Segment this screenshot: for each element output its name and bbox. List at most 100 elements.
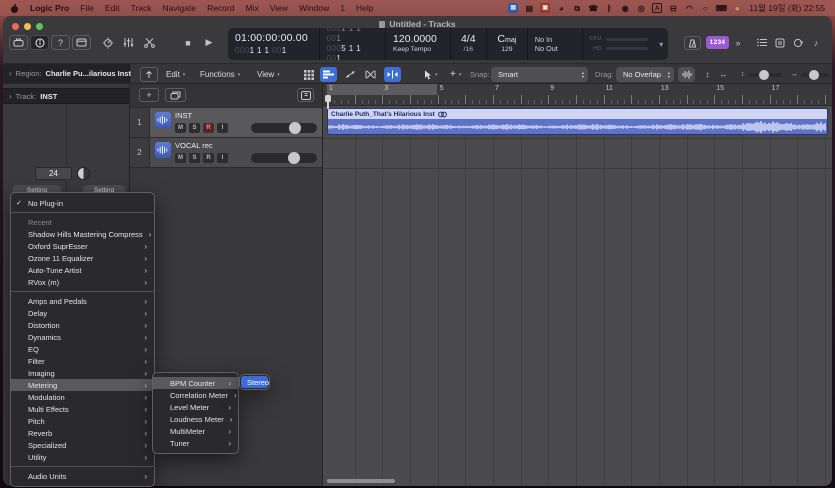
note-pads-button[interactable] (773, 36, 787, 49)
phone-icon[interactable]: ☎ (588, 3, 598, 13)
browsers-button[interactable]: ♪ (809, 36, 823, 49)
menubar-item-track[interactable]: Track (131, 3, 152, 13)
mute-button[interactable]: M (175, 153, 186, 163)
lcd-display[interactable]: 01:00:00:00.00 0001 1 1 001 0001 1 1 001… (228, 28, 668, 60)
disclosure-chevron-icon[interactable]: › (9, 92, 12, 101)
region-inspector-header[interactable]: › Region: Charlie Pu...ilarious Inst (3, 64, 130, 83)
gain-knob[interactable] (77, 167, 90, 180)
lcd-position-cell[interactable]: 01:00:00:00.00 0001 1 1 001 (228, 28, 320, 60)
plugin-menu-item-delay[interactable]: Delay› (11, 307, 154, 319)
record-button[interactable]: R (203, 123, 214, 133)
record-button[interactable]: R (203, 153, 214, 163)
plugin-menu-item-rvox-m[interactable]: RVox (m)› (11, 276, 154, 288)
lcd-signature-cell[interactable]: 4/4 /16 (451, 28, 487, 60)
toolbar-toggle-button[interactable] (72, 35, 91, 50)
functions-menu[interactable]: Functions▾ (200, 67, 240, 82)
track-header-config-button[interactable] (297, 88, 314, 102)
plugin-menu-item-multi-effects[interactable]: Multi Effects› (11, 403, 154, 415)
account-icon[interactable]: ◉ (620, 3, 630, 13)
disclosure-chevron-icon[interactable]: › (9, 69, 12, 78)
input-button[interactable]: I (217, 123, 228, 133)
format-item-stereo[interactable]: Stereo (241, 376, 268, 388)
inspector-button[interactable] (30, 35, 49, 50)
automation-button[interactable] (342, 67, 359, 82)
menubar-item-1[interactable]: 1 (340, 3, 345, 13)
plugin-menu-item-no-plug-in[interactable]: ✓No Plug-in (11, 197, 154, 209)
metering-item-bpm-counter[interactable]: BPM Counter› (153, 377, 238, 389)
add-track-button[interactable]: + (139, 88, 159, 102)
tiles-icon[interactable]: ▦ (508, 3, 518, 13)
crossfade-drag-button[interactable] (362, 67, 379, 82)
quick-help-button[interactable]: ? (51, 35, 70, 50)
horizontal-zoom-slider[interactable]: ↔ (791, 70, 829, 79)
lcd-tempo-cell[interactable]: 120.0000 Keep Tempo (386, 28, 451, 60)
stop-button[interactable]: ■ (181, 35, 195, 50)
plugin-menu-item-metering[interactable]: Metering› (11, 379, 154, 391)
metering-item-tuner[interactable]: Tuner› (153, 437, 238, 449)
track-header-body[interactable]: INSTMSRI (150, 108, 322, 137)
audio-region[interactable]: Charlie Puth_That's Hilarious Inst (327, 108, 828, 135)
track-lanes-view-button[interactable] (320, 67, 337, 82)
siri-icon[interactable]: ● (732, 3, 742, 13)
pointer-tool-menu[interactable]: ▾ (424, 67, 438, 82)
vertical-auto-zoom-button[interactable]: ↕ (700, 67, 715, 82)
now-playing-icon[interactable]: ◎ (636, 3, 646, 13)
plugin-menu-item-audio-units[interactable]: Audio Units› (11, 470, 154, 482)
lcd-locators-cell[interactable]: 0001 1 1 001 0005 1 1 001 (320, 28, 386, 60)
region-waveform[interactable] (328, 119, 827, 135)
list-editors-button[interactable] (755, 36, 769, 49)
grid-view-button[interactable] (300, 67, 317, 82)
metronome-button[interactable] (684, 36, 701, 50)
solo-button[interactable]: S (189, 153, 200, 163)
track-inspector-header[interactable]: › Track: INST (3, 88, 129, 104)
metering-item-correlation-meter[interactable]: Correlation Meter› (153, 389, 238, 401)
hierarchy-up-button[interactable] (140, 67, 158, 82)
volume-slider[interactable] (251, 153, 317, 163)
plugin-menu-item-amps-and-pedals[interactable]: Amps and Pedals› (11, 295, 154, 307)
count-in-button[interactable]: 1234 (706, 36, 729, 49)
plugin-menu-item-utility[interactable]: Utility› (11, 451, 154, 463)
menubar-item-record[interactable]: Record (207, 3, 234, 13)
track-header-vocal-rec[interactable]: 2VOCAL recMSRI (130, 138, 322, 168)
tracks-area[interactable]: 1357911131517 Charlie Puth_That's Hilari… (323, 84, 832, 486)
mute-button[interactable]: M (175, 123, 186, 133)
plugin-menu-item-shadow-hills-mastering-compress[interactable]: Shadow Hills Mastering Compress› (11, 228, 154, 240)
horizontal-scrollbar[interactable] (327, 479, 395, 483)
volume-slider[interactable] (251, 123, 317, 133)
track-header-inst[interactable]: 1INSTMSRI (130, 108, 322, 138)
slider-track[interactable] (748, 73, 782, 77)
flex-button[interactable] (384, 67, 401, 82)
plugin-menu-item-filter[interactable]: Filter› (11, 355, 154, 367)
plugin-menu-item-dynamics[interactable]: Dynamics› (11, 331, 154, 343)
waveform-zoom-button[interactable] (678, 67, 695, 82)
screen-mirroring-icon[interactable]: ⧉ (572, 3, 582, 13)
track-header-body[interactable]: VOCAL recMSRI (150, 138, 322, 167)
menubar-item-help[interactable]: Help (356, 3, 373, 13)
playhead[interactable] (327, 95, 329, 109)
plugin-menu-item-imaging[interactable]: Imaging› (11, 367, 154, 379)
view-menu[interactable]: View▾ (257, 67, 280, 82)
menubar-item-logic-pro[interactable]: Logic Pro (30, 3, 69, 13)
slider-knob[interactable] (759, 70, 769, 80)
box-app-icon[interactable]: ▣ (540, 3, 550, 13)
more-options-button[interactable]: » (732, 36, 744, 49)
mixer-button[interactable] (120, 35, 137, 50)
menubar-item-navigate[interactable]: Navigate (163, 3, 197, 13)
editors-button[interactable] (141, 35, 158, 50)
metering-item-multimeter[interactable]: MultiMeter› (153, 425, 238, 437)
lcd-mode-chevron[interactable]: ▾ (655, 28, 668, 60)
slider-knob[interactable] (809, 70, 819, 80)
menu-bar-clock[interactable]: 11월 19일 (화) 22:55 (749, 2, 825, 14)
solo-button[interactable]: S (189, 123, 200, 133)
duplicate-track-button[interactable] (165, 88, 186, 102)
vertical-zoom-slider[interactable]: ↕ (741, 70, 782, 79)
gain-value-field[interactable]: 24 (35, 167, 72, 180)
plugin-menu-item-oxford-supresser[interactable]: Oxford SuprEsser› (11, 240, 154, 252)
cycle-range[interactable] (327, 84, 437, 95)
drag-dropdown[interactable]: No Overlap▴▾ (616, 67, 674, 82)
plugin-menu-item-reverb[interactable]: Reverb› (11, 427, 154, 439)
plugin-menu-item-distortion[interactable]: Distortion› (11, 319, 154, 331)
plugin-menu-item-ozone-11-equalizer[interactable]: Ozone 11 Equalizer› (11, 252, 154, 264)
menubar-item-view[interactable]: View (270, 3, 288, 13)
plugin-menu-item-specialized[interactable]: Specialized› (11, 439, 154, 451)
